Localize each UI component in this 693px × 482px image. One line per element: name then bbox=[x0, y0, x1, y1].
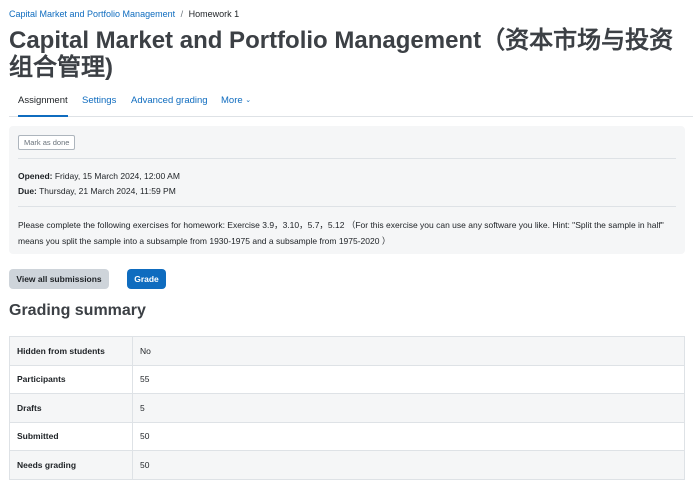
row-label: Needs grading bbox=[9, 450, 133, 480]
row-label: Participants bbox=[9, 364, 133, 394]
breadcrumb-separator: / bbox=[180, 9, 184, 19]
assignment-description: Please complete the following exercises … bbox=[18, 220, 664, 246]
activity-info-panel: Mark as done Opened: Friday, 15 March 20… bbox=[9, 126, 685, 254]
view-all-submissions-button[interactable]: View all submissions bbox=[9, 269, 109, 289]
tab-assignment-label: Assignment bbox=[18, 95, 68, 106]
row-value: No bbox=[132, 336, 685, 366]
mark-as-done-button[interactable]: Mark as done bbox=[18, 135, 76, 150]
tab-more[interactable]: More ⌄ bbox=[221, 88, 251, 117]
grading-summary-heading: Grading summary bbox=[9, 302, 146, 319]
table-row: Drafts 5 bbox=[9, 393, 685, 423]
breadcrumb: Capital Market and Portfolio Management … bbox=[9, 9, 239, 19]
divider bbox=[18, 158, 676, 159]
tab-settings[interactable]: Settings bbox=[82, 88, 116, 117]
table-row: Hidden from students No bbox=[9, 336, 685, 366]
breadcrumb-course-link[interactable]: Capital Market and Portfolio Management bbox=[9, 9, 175, 19]
tab-advanced-grading-label: Advanced grading bbox=[131, 95, 208, 106]
grade-button[interactable]: Grade bbox=[127, 269, 166, 289]
table-row: Submitted 50 bbox=[9, 421, 685, 451]
table-row: Needs grading 50 bbox=[9, 450, 685, 480]
due-value: Thursday, 21 March 2024, 11:59 PM bbox=[39, 186, 176, 196]
row-label: Submitted bbox=[9, 421, 133, 451]
secondary-navigation: Assignment Settings Advanced grading Mor… bbox=[9, 88, 693, 117]
page-title: Capital Market and Portfolio Management（… bbox=[9, 27, 674, 81]
opened-date: Opened: Friday, 15 March 2024, 12:00 AM bbox=[18, 171, 180, 181]
row-value: 55 bbox=[132, 364, 685, 394]
row-value: 50 bbox=[132, 421, 685, 451]
tab-assignment[interactable]: Assignment bbox=[18, 88, 68, 117]
row-value: 5 bbox=[132, 393, 685, 423]
due-label: Due: bbox=[18, 186, 37, 196]
row-value: 50 bbox=[132, 450, 685, 480]
tab-advanced-grading[interactable]: Advanced grading bbox=[131, 88, 208, 117]
divider bbox=[18, 206, 676, 207]
opened-label: Opened: bbox=[18, 171, 53, 181]
opened-value: Friday, 15 March 2024, 12:00 AM bbox=[54, 171, 180, 181]
table-row: Participants 55 bbox=[9, 364, 685, 394]
due-date: Due: Thursday, 21 March 2024, 11:59 PM bbox=[18, 186, 176, 196]
tab-settings-label: Settings bbox=[82, 95, 117, 106]
tab-more-label: More bbox=[221, 95, 243, 106]
breadcrumb-current: Homework 1 bbox=[188, 9, 240, 19]
chevron-down-icon: ⌄ bbox=[245, 97, 252, 104]
row-label: Drafts bbox=[9, 393, 133, 423]
grading-summary-table: Hidden from students No Participants 55 … bbox=[9, 336, 685, 480]
row-label: Hidden from students bbox=[9, 336, 133, 366]
